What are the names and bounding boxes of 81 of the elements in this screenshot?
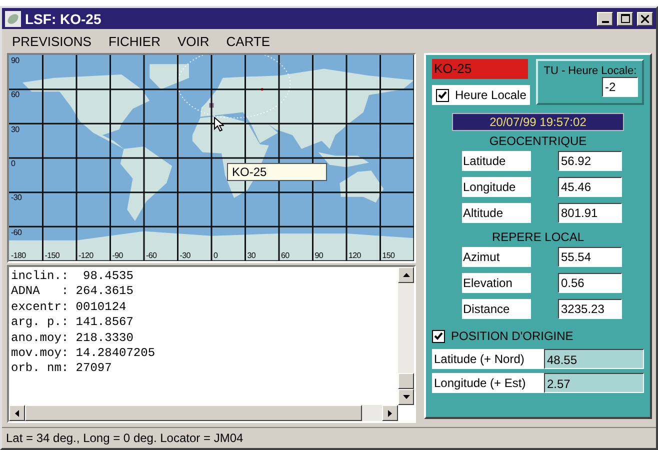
right-arrow-icon: [388, 410, 392, 416]
status-bar: Lat = 34 deg., Long = 0 deg. Locator = JM04: [2, 427, 656, 448]
vertical-scrollbar[interactable]: [398, 267, 414, 405]
field-label: Latitude: [462, 151, 531, 171]
value-field[interactable]: 45.46: [558, 177, 622, 197]
menu-item[interactable]: VOIR: [177, 34, 210, 48]
scroll-left-button[interactable]: [9, 405, 25, 421]
field-label: Azimut: [462, 247, 531, 267]
latitude-label: 90: [11, 56, 20, 65]
left-arrow-icon: [15, 410, 19, 416]
scroll-down-button[interactable]: [398, 389, 414, 405]
cursor-icon: [214, 117, 224, 132]
latitude-label: -30: [11, 193, 23, 202]
longitude-label: 150: [382, 250, 396, 260]
minimize-button[interactable]: [597, 12, 613, 26]
checkbox-label: POSITION D'ORIGINE: [451, 329, 574, 343]
latitude-label: 0: [11, 158, 16, 168]
value-field[interactable]: 48.55: [544, 349, 644, 369]
field-label: Altitude: [462, 203, 531, 223]
value-field[interactable]: 801.91: [558, 203, 622, 223]
longitude-label: 0: [214, 250, 219, 260]
satellite-name: KO-25: [432, 59, 528, 79]
maximize-icon: [620, 14, 630, 23]
menu-item[interactable]: FICHIER: [108, 34, 160, 48]
element-line: ano.moy: 218.3330: [11, 330, 134, 346]
down-arrow-icon: [402, 395, 410, 399]
element-line: excentr: 0010124: [11, 300, 128, 316]
section-title: REPERE LOCAL: [490, 230, 586, 244]
longitude-label: 30: [247, 250, 257, 260]
local-time-checkbox[interactable]: Heure Locale: [432, 85, 530, 105]
longitude-label: -90: [112, 250, 124, 260]
origin-checkbox[interactable]: POSITION D'ORIGINE: [432, 327, 644, 345]
longitude-label: -60: [146, 250, 158, 260]
element-line: arg. p.: 141.8567: [11, 315, 134, 331]
field-label: Latitude (+ Nord): [432, 349, 544, 369]
element-line: orb. nm: 27097: [11, 361, 113, 377]
value-field[interactable]: 0.56: [558, 273, 622, 293]
element-line: ADNA : 264.3615: [11, 284, 134, 300]
offset-field[interactable]: -2: [602, 77, 638, 97]
value-field[interactable]: 2.57: [544, 373, 644, 393]
longitude-label: -180: [11, 250, 27, 260]
menu-item[interactable]: CARTE: [226, 34, 270, 48]
scroll-thumb[interactable]: [398, 373, 414, 389]
scroll-right-button[interactable]: [382, 405, 398, 421]
close-button[interactable]: [637, 12, 653, 26]
maximize-button[interactable]: [617, 12, 633, 26]
latitude-label: -60: [11, 228, 23, 237]
window-title: LSF: KO-25: [25, 10, 102, 26]
field-label: Longitude (+ Est): [432, 373, 544, 393]
up-arrow-icon: [402, 273, 410, 277]
scroll-up-button[interactable]: [398, 267, 414, 283]
element-line: inclin.: 98.4535: [11, 269, 134, 284]
checkmark-icon: [434, 332, 443, 340]
checkmark-icon: [438, 91, 447, 99]
value-field[interactable]: 56.92: [558, 151, 622, 171]
close-icon: [641, 14, 649, 22]
field-label: Distance: [462, 299, 531, 319]
field-label: Longitude: [462, 177, 531, 197]
menu-item[interactable]: PREVISIONS: [12, 34, 92, 48]
element-line: mov.moy: 14.28407205: [11, 346, 156, 362]
value-field[interactable]: 3235.23: [558, 299, 622, 319]
group-label: TU - Heure Locale:: [544, 65, 637, 77]
latitude-label: 30: [11, 124, 20, 134]
tooltip: KO-25: [227, 163, 327, 181]
checkbox-label: Heure Locale: [455, 88, 526, 102]
value-field[interactable]: 55.54: [558, 247, 622, 267]
longitude-label: 60: [281, 250, 290, 260]
section-title: GEOCENTRIQUE: [488, 134, 588, 148]
longitude-label: -120: [78, 250, 94, 260]
latitude-label: 60: [11, 90, 20, 100]
checkbox[interactable]: [436, 88, 449, 102]
minimize-icon: [602, 20, 608, 22]
longitude-label: -150: [44, 250, 61, 260]
longitude-label: -30: [180, 250, 192, 260]
world-map[interactable]: 90 60 30 0 -30 -60 -180 -150 -120 -90 -60 -30 0 30 60 90 120 150 KO-25: [7, 53, 416, 263]
longitude-label: 120: [348, 250, 362, 260]
datetime-display: 20/07/99 19:57:02: [452, 113, 624, 131]
field-label: Elevation: [462, 273, 531, 293]
checkbox[interactable]: [432, 330, 445, 342]
elements-text-area[interactable]: inclin.: 98.4535 ADNA : 264.3615 excentr: 0010124 arg. p.: 141.8567 ano.moy: 218.3330 mov.moy: 14.28407205 orb. nm: 27097: [7, 265, 416, 423]
longitude-label: 90: [314, 250, 324, 260]
